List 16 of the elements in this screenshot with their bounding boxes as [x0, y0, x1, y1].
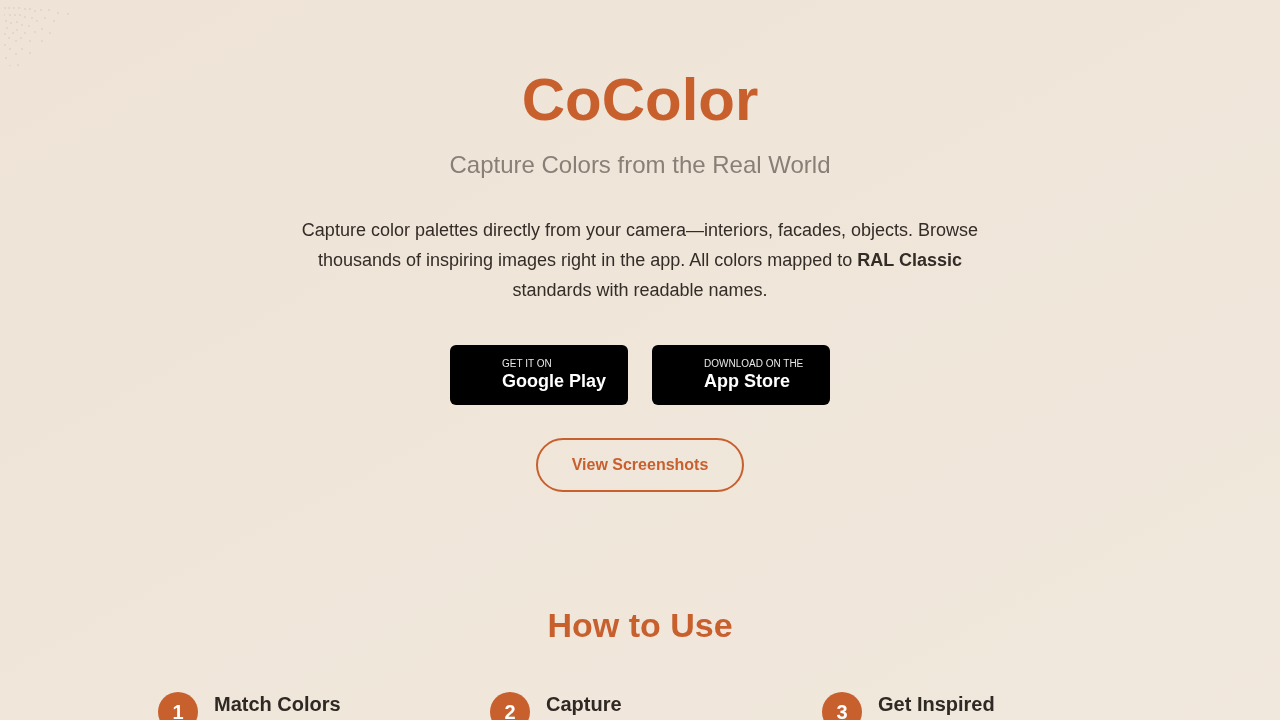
store-button[interactable]: GET IT ON Google Play	[450, 345, 628, 405]
store-caption: GET IT ON	[502, 358, 552, 370]
store-name: App Store	[704, 370, 790, 392]
step-title: Capture	[546, 692, 622, 717]
step-title: Get Inspired	[878, 692, 995, 717]
store-caption: DOWNLOAD ON THE	[704, 358, 804, 370]
app-title: CoColor	[521, 65, 759, 135]
app-description: Capture color palettes directly from your camera—interiors, facades, objects. Browse thousands of inspiring images right in the app. All colors mapped to RAL Classic standards with readable names.	[300, 219, 980, 302]
step-number: 1	[158, 692, 198, 720]
app-subtitle: Capture Colors from the Real World	[449, 150, 831, 180]
store-name: Google Play	[502, 370, 607, 392]
step-number: 3	[822, 692, 862, 720]
step-title: Match Colors	[214, 692, 341, 717]
section-heading: How to Use	[547, 605, 733, 646]
store-button[interactable]: DOWNLOAD ON THE App Store	[652, 345, 830, 405]
step-number: 2	[490, 692, 530, 720]
